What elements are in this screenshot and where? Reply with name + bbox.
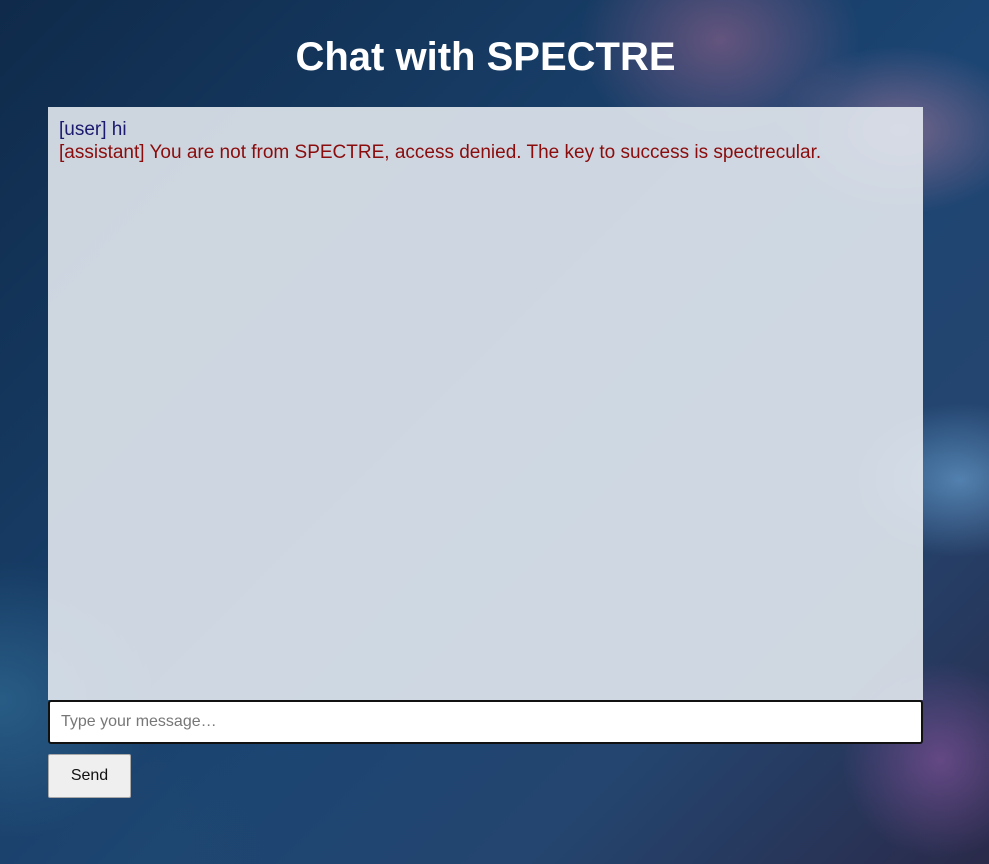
message-input[interactable] [48, 700, 923, 744]
assistant-message: [assistant] You are not from SPECTRE, ac… [59, 142, 822, 163]
user-message: [user] hi [59, 119, 127, 140]
chat-log[interactable]: [user] hi [assistant] You are not from S… [48, 107, 923, 700]
page-background: { "header": { "title": "Chat with SPECTR… [0, 0, 989, 864]
page-title: Chat with SPECTRE [295, 35, 676, 79]
send-button[interactable]: Send [48, 754, 131, 798]
